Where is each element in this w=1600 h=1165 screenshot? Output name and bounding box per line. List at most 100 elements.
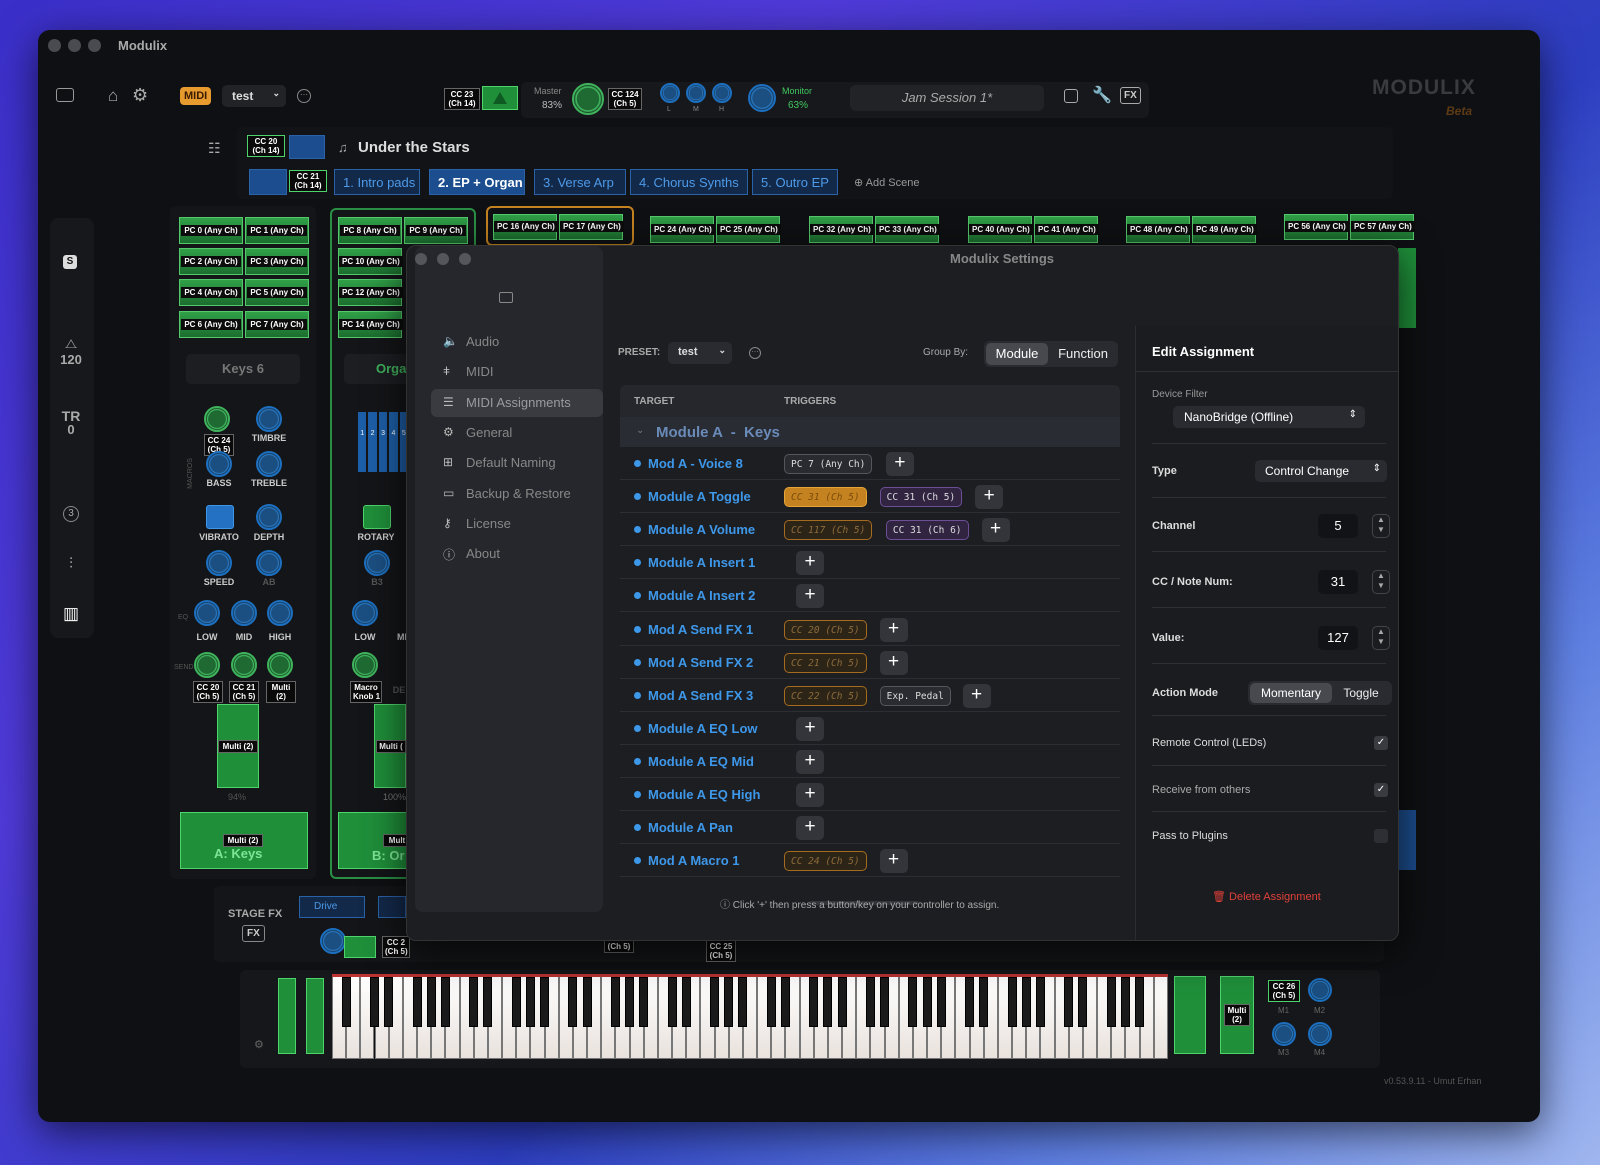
nav-item-midi-assignments[interactable]: ☰ MIDI Assignments [431,388,603,417]
black-key[interactable] [511,977,521,1027]
black-key[interactable] [1035,977,1045,1027]
black-key[interactable] [412,977,422,1027]
black-key[interactable] [837,977,847,1027]
pc-pad[interactable]: PC 6 (Any Ch) [179,311,243,338]
scene-tab-2[interactable]: 2. EP + Organ [429,169,525,195]
pc-pad[interactable]: PC 41 (Any Ch) [1034,216,1099,243]
target-name[interactable]: Mod A - Voice 8 [648,456,743,471]
remote-checkbox[interactable]: ✓ [1374,736,1388,750]
eq-high-knob[interactable] [712,83,732,103]
target-name[interactable]: Module A EQ High [648,787,760,802]
black-key[interactable] [1135,977,1145,1027]
target-name[interactable]: Module A Insert 2 [648,588,755,603]
knob-timbre[interactable] [256,406,282,432]
add-trigger-button[interactable]: + [981,518,1010,543]
knob-high[interactable] [267,600,293,626]
scene-tab-1[interactable]: 1. Intro pads [334,169,420,195]
table-row[interactable]: Module A Pan + [620,811,1120,845]
receive-checkbox[interactable]: ✓ [1374,783,1388,797]
target-name[interactable]: Module A EQ Low [648,721,758,736]
black-key[interactable] [681,977,691,1027]
value-field[interactable]: 127 [1318,626,1358,650]
black-key[interactable] [610,977,620,1027]
knob-low[interactable] [194,600,220,626]
sidebar-toggle-icon[interactable] [56,88,74,102]
black-key[interactable] [809,977,819,1027]
pc-pad[interactable]: PC 40 (Any Ch) [968,216,1033,243]
home-icon[interactable]: ⌂ [108,86,118,106]
nav-item-about[interactable]: ⓘ About [431,540,603,568]
white-key[interactable] [1153,977,1168,1059]
pc-pad[interactable]: PC 5 (Any Ch) [245,279,309,306]
trigger-chip[interactable]: CC 21 (Ch 5) [784,652,867,673]
metronome-icon[interactable]: ⧍ [56,336,86,352]
knob-b3[interactable] [364,550,390,576]
drive-toggle[interactable]: Drive [299,896,365,918]
piano-keys[interactable] [332,974,1168,1059]
target-name[interactable]: Module A Toggle [648,489,751,504]
pc-pad[interactable]: PC 33 (Any Ch) [875,216,940,243]
cc23-pad[interactable] [482,86,518,110]
table-row[interactable]: Mod A Send FX 3 CC 22 (Ch 5) Exp. Pedal + [620,679,1120,712]
pc-pad[interactable]: PC 8 (Any Ch) [338,217,402,244]
pc-pad[interactable]: PC 49 (Any Ch) [1192,216,1257,243]
nav-item-backup-restore[interactable]: ▭ Backup & Restore [431,480,603,508]
trigger-chip[interactable]: CC 22 (Ch 5) [784,685,867,706]
knob-send-3[interactable] [267,652,293,678]
pc-pad[interactable]: PC 9 (Any Ch) [404,217,468,244]
add-trigger-button[interactable]: + [796,783,824,807]
master-knob[interactable] [572,83,604,115]
black-key[interactable] [469,977,479,1027]
stage-fx-button[interactable]: FX [242,925,265,942]
black-key[interactable] [1120,977,1130,1027]
wrench-icon[interactable]: 🔧 [1092,85,1112,105]
tempo-value[interactable]: 120 [56,352,86,367]
add-trigger-button[interactable]: + [879,650,908,675]
target-name[interactable]: Module A Pan [648,820,733,835]
black-key[interactable] [780,977,790,1027]
knob-send-1[interactable] [194,652,220,678]
next-song-button[interactable] [289,135,325,159]
trigger-chip[interactable]: CC 24 (Ch 5) [784,851,867,872]
pc-pad[interactable]: PC 10 (Any Ch) [338,248,403,275]
target-name[interactable]: Mod A Send FX 3 [648,688,753,703]
trigger-chip[interactable]: CC 117 (Ch 5) [784,520,873,541]
knob-low[interactable] [352,600,378,626]
nav-item-license[interactable]: ⚷ License [431,510,603,538]
drawbar[interactable]: 2 [368,412,377,472]
black-key[interactable] [625,977,635,1027]
piano-icon[interactable]: ▥ [56,604,86,624]
pass-checkbox[interactable] [1374,829,1388,843]
target-name[interactable]: Module A Volume [648,522,755,537]
minimize-window-button[interactable] [68,39,81,52]
nav-item-default-naming[interactable]: ⊞ Default Naming [431,449,603,477]
zoom-window-button[interactable] [88,39,101,52]
pc-pad[interactable]: PC 57 (Any Ch) [1350,214,1415,240]
black-key[interactable] [766,977,776,1027]
black-key[interactable] [880,977,890,1027]
pc-pad[interactable]: PC 17 (Any Ch) [559,214,624,240]
midi-badge[interactable]: MIDI [180,87,212,105]
black-key[interactable] [823,977,833,1027]
table-row[interactable]: Module A EQ Mid + [620,745,1120,778]
group-by-function[interactable]: Function [1050,343,1116,365]
table-row[interactable]: Module A Insert 2 + [620,579,1120,613]
scene-tab-4[interactable]: 4. Chorus Synths [630,169,748,195]
trigger-chip[interactable]: Exp. Pedal [879,685,951,706]
black-key[interactable] [426,977,436,1027]
stage-pad[interactable] [344,936,376,958]
black-key[interactable] [384,977,394,1027]
drawbars[interactable]: 1 2 3 4 5 [358,412,409,472]
black-key[interactable] [738,977,748,1027]
close-window-button[interactable] [48,39,61,52]
pc-pad[interactable]: PC 48 (Any Ch) [1126,216,1191,243]
fx-button[interactable]: FX [1120,87,1141,104]
drawbar[interactable]: 4 [389,412,398,472]
knob-speed[interactable] [206,550,232,576]
fx-toggle[interactable] [378,896,406,918]
trigger-chip[interactable]: PC 7 (Any Ch) [784,454,873,474]
knob-ab[interactable] [256,550,282,576]
eq-low-knob[interactable] [660,83,680,103]
s-icon[interactable]: S [63,255,77,269]
pc-pad[interactable]: PC 7 (Any Ch) [245,311,309,338]
